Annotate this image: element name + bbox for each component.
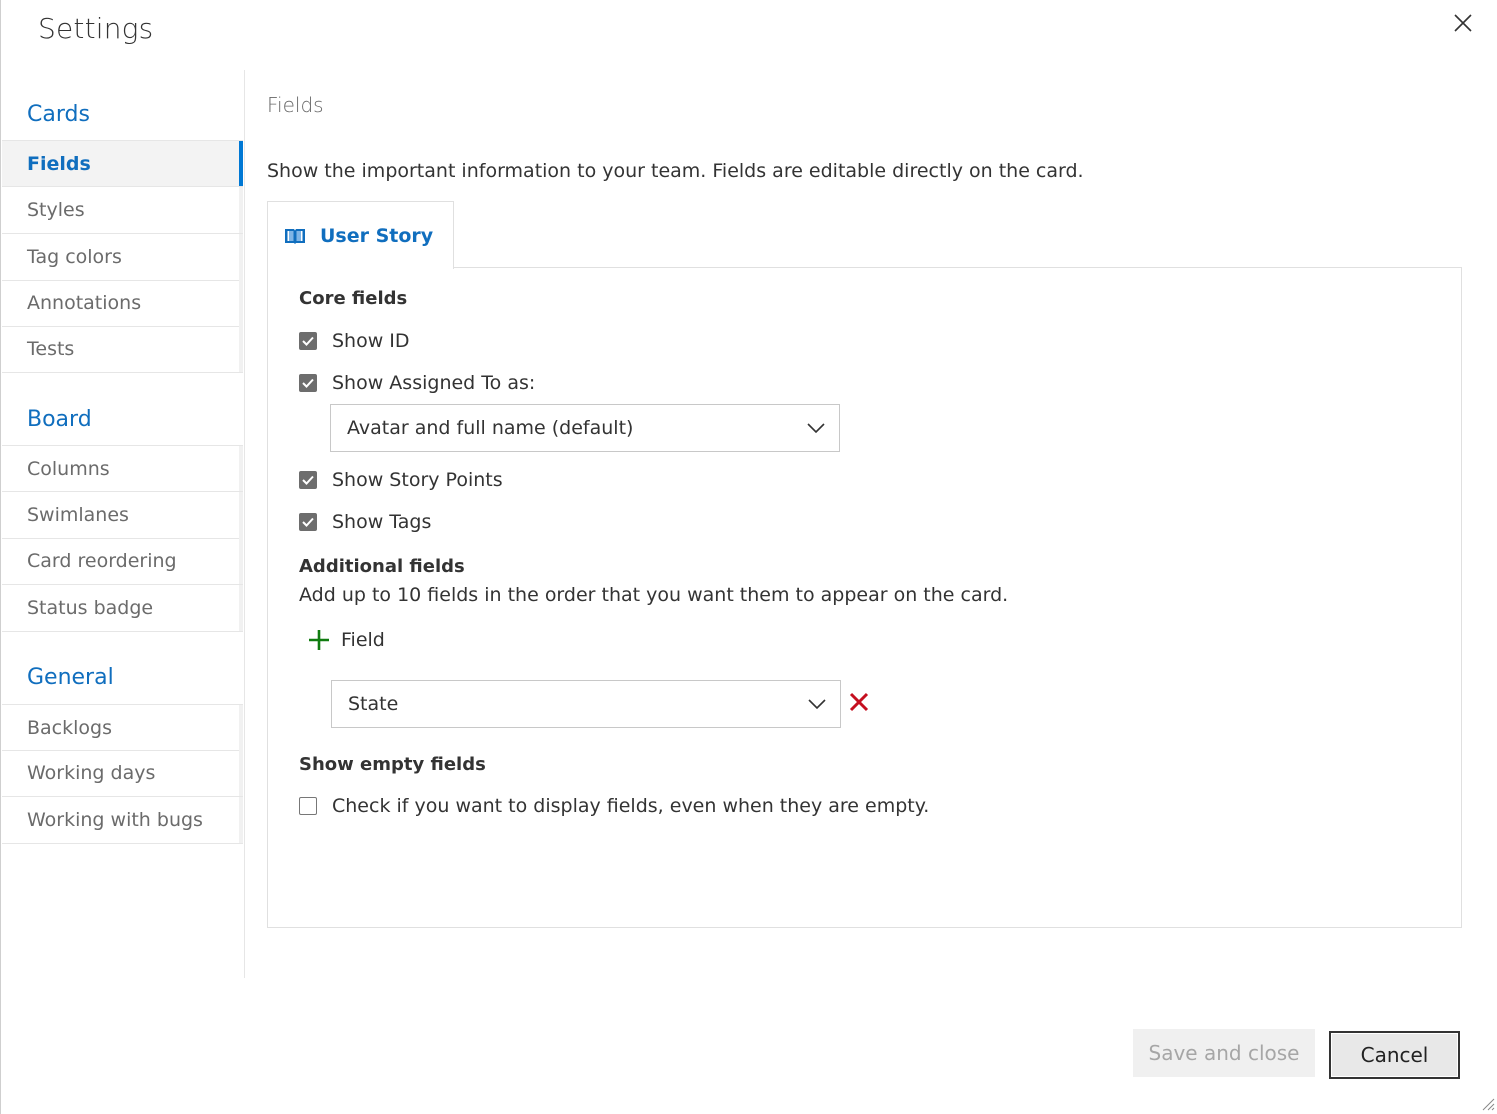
empty-fields-heading: Show empty fields bbox=[299, 754, 486, 775]
assigned-display-value: Avatar and full name (default) bbox=[347, 417, 634, 439]
show-story-points-checkbox[interactable] bbox=[299, 471, 317, 489]
show-assigned-label: Show Assigned To as: bbox=[332, 372, 536, 394]
checkmark-icon bbox=[302, 378, 314, 388]
remove-field-icon[interactable] bbox=[848, 691, 870, 713]
show-tags-checkbox[interactable] bbox=[299, 513, 317, 531]
sidebar-group-cards: Cards bbox=[27, 102, 90, 127]
show-empty-fields-label: Check if you want to display fields, eve… bbox=[332, 795, 930, 817]
sidebar-item-fields[interactable]: Fields bbox=[2, 140, 243, 187]
sidebar-item-tests[interactable]: Tests bbox=[2, 326, 243, 373]
resize-grip-icon[interactable] bbox=[1481, 1097, 1495, 1111]
additional-fields-heading: Additional fields bbox=[299, 556, 465, 577]
show-empty-fields-checkbox[interactable] bbox=[299, 797, 317, 815]
section-description: Show the important information to your t… bbox=[267, 160, 1084, 182]
show-assigned-row: Show Assigned To as: bbox=[299, 372, 535, 394]
show-empty-fields-row: Check if you want to display fields, eve… bbox=[299, 795, 929, 817]
section-title: Fields bbox=[267, 93, 324, 117]
show-id-checkbox[interactable] bbox=[299, 332, 317, 350]
checkmark-icon bbox=[302, 475, 314, 485]
sidebar-item-columns[interactable]: Columns bbox=[2, 445, 243, 492]
close-button[interactable] bbox=[1448, 8, 1478, 38]
cancel-button[interactable]: Cancel bbox=[1329, 1031, 1460, 1079]
sidebar-item-backlogs[interactable]: Backlogs bbox=[2, 704, 243, 751]
show-id-label: Show ID bbox=[332, 330, 410, 352]
close-icon bbox=[1454, 14, 1472, 32]
checkmark-icon bbox=[302, 336, 314, 346]
sidebar-item-tag-colors[interactable]: Tag colors bbox=[2, 234, 243, 281]
add-field-label: Field bbox=[341, 629, 385, 651]
dialog-title: Settings bbox=[38, 12, 154, 45]
additional-field-value: State bbox=[348, 693, 399, 715]
sidebar-group-board: Board bbox=[27, 407, 92, 432]
sidebar-item-status-badge[interactable]: Status badge bbox=[2, 585, 243, 632]
show-id-row: Show ID bbox=[299, 330, 410, 352]
tab-label: User Story bbox=[320, 224, 434, 247]
book-icon bbox=[285, 228, 305, 244]
chevron-down-icon bbox=[808, 699, 826, 709]
checkmark-icon bbox=[302, 517, 314, 527]
sidebar-item-working-with-bugs[interactable]: Working with bugs bbox=[2, 797, 243, 844]
show-story-points-row: Show Story Points bbox=[299, 469, 503, 491]
sidebar-item-working-days[interactable]: Working days bbox=[2, 750, 243, 797]
settings-sidebar: Cards Fields Styles Tag colors Annotatio… bbox=[2, 70, 245, 978]
additional-fields-description: Add up to 10 fields in the order that yo… bbox=[299, 584, 1009, 606]
save-and-close-button[interactable]: Save and close bbox=[1133, 1029, 1315, 1077]
settings-dialog: Settings Cards Fields Styles Tag colors … bbox=[0, 0, 1497, 1114]
core-fields-heading: Core fields bbox=[299, 288, 408, 309]
additional-field-select[interactable]: State bbox=[331, 680, 841, 728]
plus-icon bbox=[307, 628, 331, 652]
sidebar-item-card-reordering[interactable]: Card reordering bbox=[2, 538, 243, 585]
add-field-button[interactable]: Field bbox=[307, 628, 385, 652]
sidebar-group-general: General bbox=[27, 665, 114, 690]
chevron-down-icon bbox=[807, 423, 825, 433]
show-assigned-checkbox[interactable] bbox=[299, 374, 317, 392]
sidebar-item-styles[interactable]: Styles bbox=[2, 187, 243, 234]
show-story-points-label: Show Story Points bbox=[332, 469, 503, 491]
assigned-display-select[interactable]: Avatar and full name (default) bbox=[330, 404, 840, 452]
show-tags-row: Show Tags bbox=[299, 511, 431, 533]
sidebar-item-annotations[interactable]: Annotations bbox=[2, 280, 243, 327]
tab-user-story[interactable]: User Story bbox=[267, 201, 454, 269]
sidebar-item-swimlanes[interactable]: Swimlanes bbox=[2, 492, 243, 539]
show-tags-label: Show Tags bbox=[332, 511, 432, 533]
